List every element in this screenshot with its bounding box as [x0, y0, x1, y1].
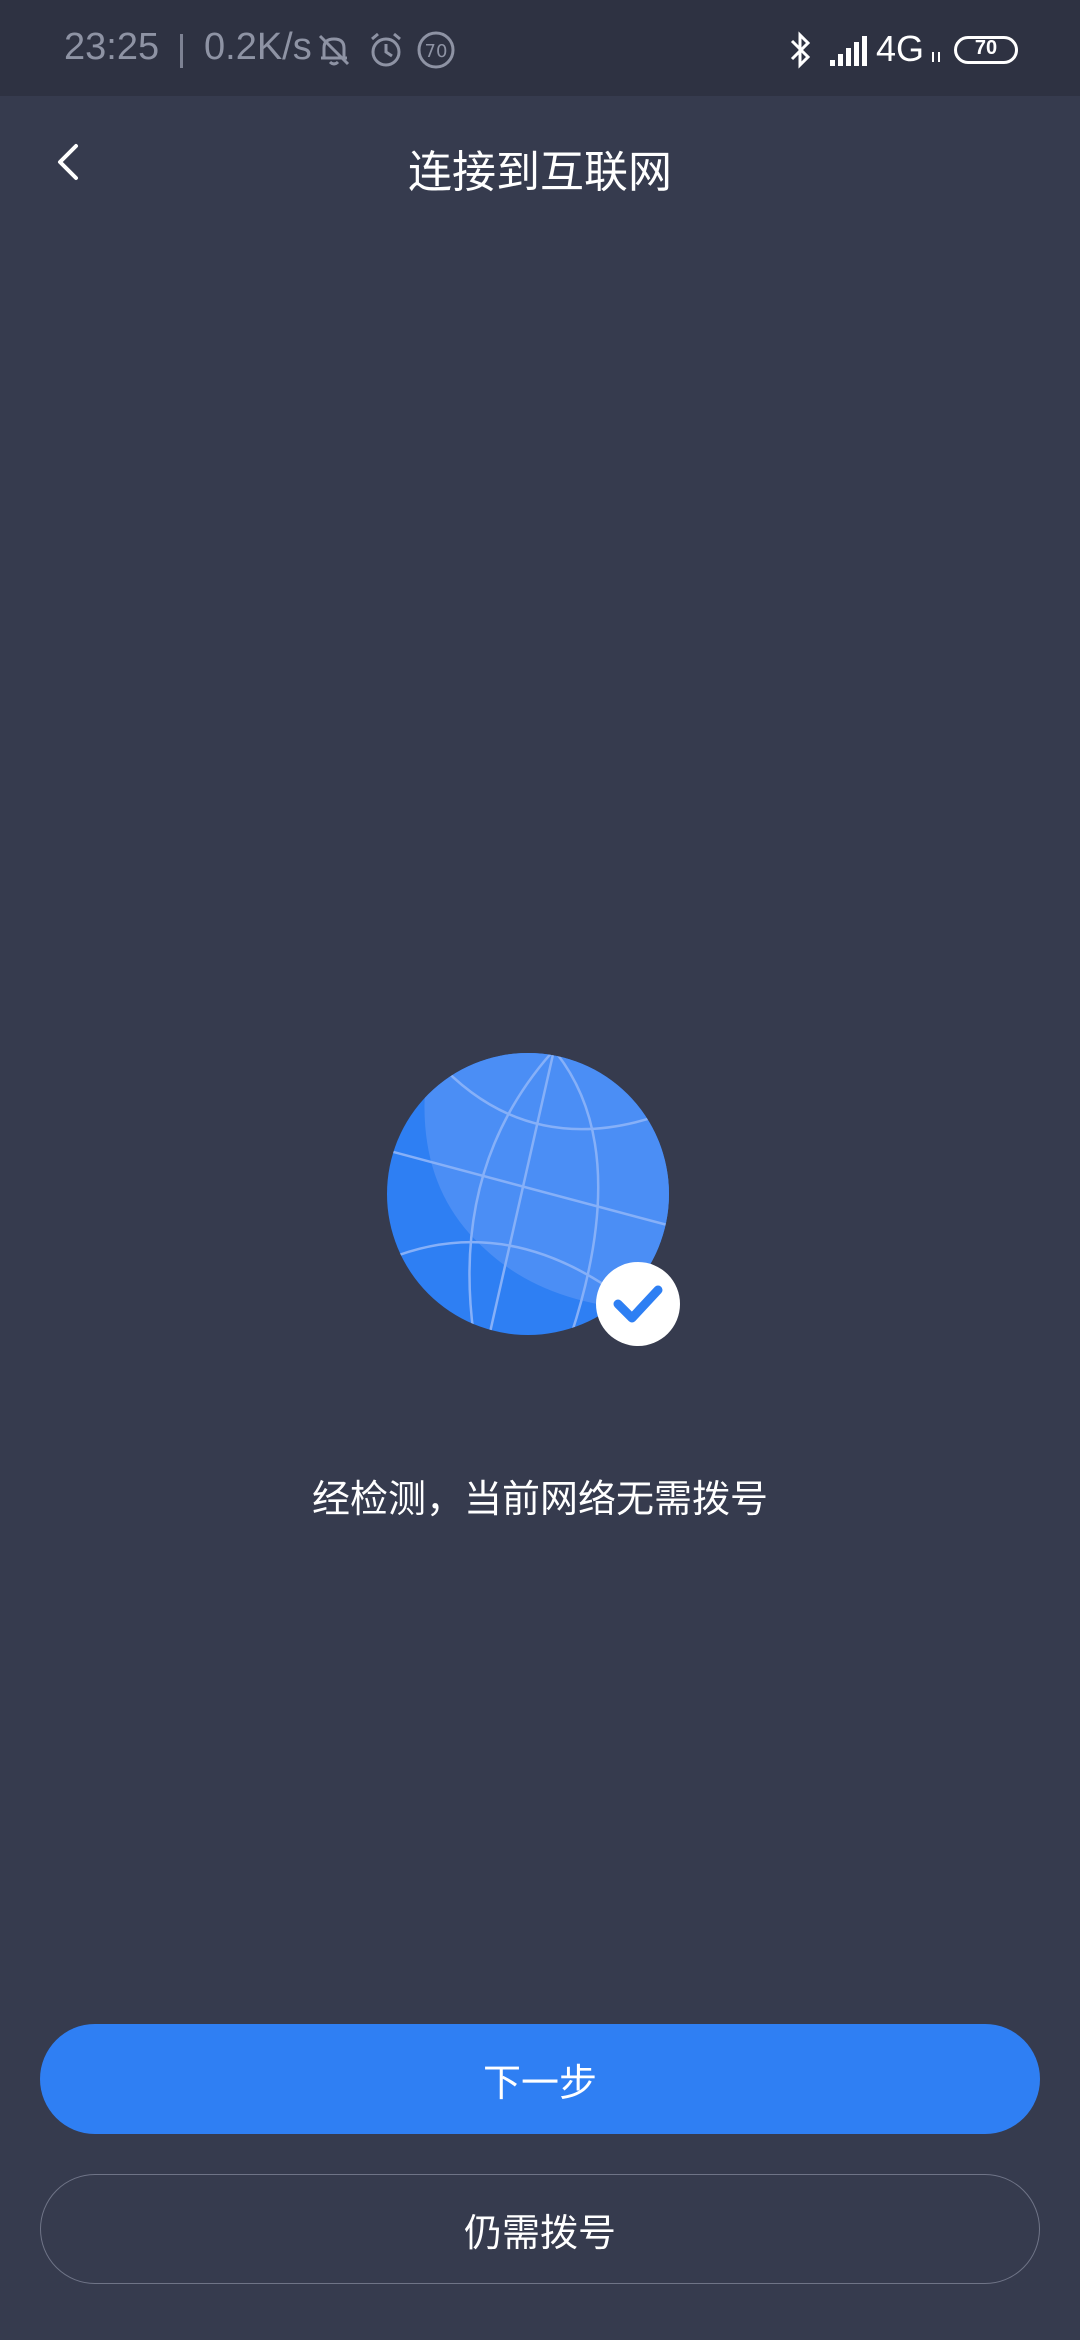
- battery-level: 70: [974, 37, 998, 59]
- bluetooth-icon: [790, 31, 811, 69]
- status-message: 经检测，当前网络无需拨号: [311, 1477, 768, 1521]
- signal-icon: [830, 36, 867, 66]
- status-bar: 23:25 0.2K/s 70 4G 70: [0, 0, 1080, 96]
- data-arrows-icon: [932, 52, 940, 62]
- alarm-icon: [371, 32, 401, 67]
- network-type: 4G: [876, 28, 925, 69]
- badge-text: 70: [425, 41, 448, 62]
- status-net-speed: 0.2K/s: [204, 26, 312, 68]
- next-step-button[interactable]: 下一步: [40, 2024, 1040, 2134]
- page-title: 连接到互联网: [408, 147, 672, 198]
- notification-badge-icon: 70: [417, 31, 455, 69]
- status-time: 23:25: [64, 26, 160, 68]
- globe-check-icon: [387, 1053, 680, 1346]
- still-dial-button[interactable]: 仍需拨号: [40, 2174, 1040, 2284]
- status-divider: [180, 34, 183, 68]
- battery-icon: 70: [954, 36, 1018, 64]
- header: 连接到互联网: [0, 96, 1080, 236]
- mute-bell-icon: [318, 34, 350, 66]
